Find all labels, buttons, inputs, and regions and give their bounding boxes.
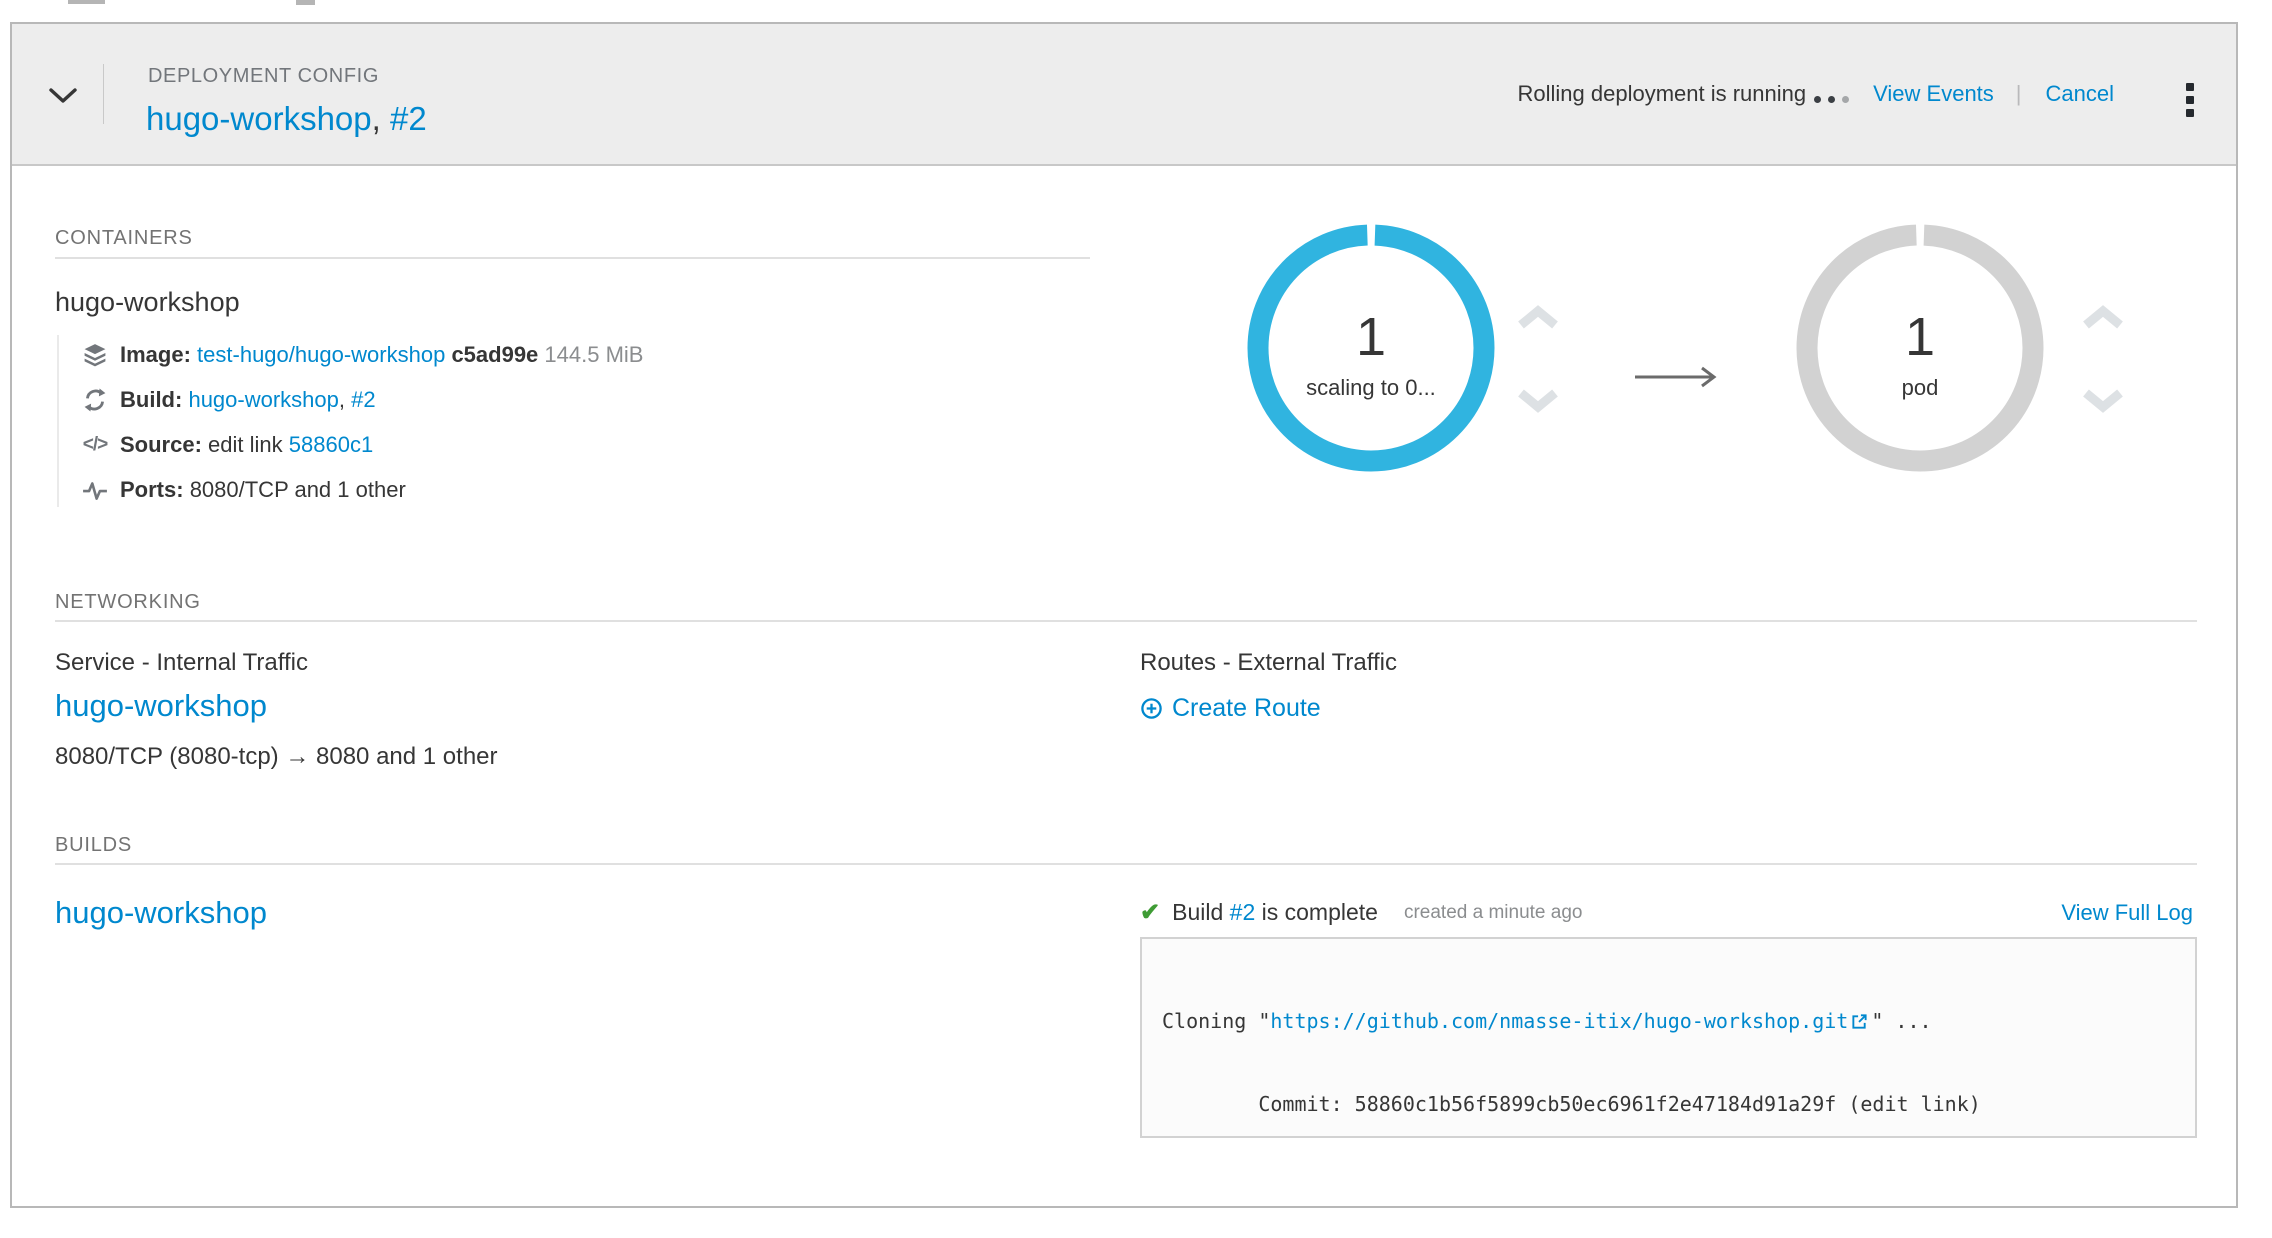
build-status-suffix: is complete xyxy=(1262,899,1378,926)
image-size: 144.5 MiB xyxy=(544,342,643,367)
git-repo-link[interactable]: https://github.com/nmasse-itix/hugo-work… xyxy=(1270,1009,1848,1033)
header-divider xyxy=(103,64,104,124)
log-commit-line: Commit: 58860c1b56f5899cb50ec6961f2e4718… xyxy=(1162,1091,2175,1118)
source-label: Source: xyxy=(120,432,202,457)
source-text: edit link xyxy=(208,432,283,457)
build-number-link[interactable]: #2 xyxy=(351,387,375,412)
create-route-label: Create Route xyxy=(1172,692,1321,724)
right-arrow-icon xyxy=(1633,365,1721,394)
header-actions: Rolling deployment is running View Event… xyxy=(1518,24,2114,164)
pod-scale-up-caret-icon[interactable] xyxy=(2081,305,2125,336)
check-icon: ✔ xyxy=(1140,898,1160,927)
code-icon: </> xyxy=(81,431,109,459)
build-status-row: ✔ Build #2 is complete created a minute … xyxy=(1140,898,1582,927)
pod-donut: 1 pod xyxy=(1796,224,2044,472)
scale-down-caret-icon[interactable] xyxy=(1516,387,1560,418)
build-label: Build: xyxy=(120,387,182,412)
layers-icon xyxy=(81,341,109,369)
image-link[interactable]: test-hugo/hugo-workshop xyxy=(197,342,445,367)
pod-count: 1 xyxy=(1796,308,2044,366)
scale-up-caret-icon[interactable] xyxy=(1516,305,1560,336)
scaling-pod-label: scaling to 0... xyxy=(1247,374,1495,402)
networking-section-heading: NETWORKING xyxy=(55,590,201,614)
containers-heading-rule xyxy=(55,257,1090,259)
top-crop-artifact xyxy=(68,0,105,4)
service-title: Service - Internal Traffic xyxy=(55,648,308,678)
scaling-pod-count: 1 xyxy=(1247,308,1495,366)
view-events-link[interactable]: View Events xyxy=(1873,81,1994,107)
image-label: Image: xyxy=(120,342,191,367)
cancel-deployment-link[interactable]: Cancel xyxy=(2046,81,2114,107)
collapse-chevron-down-icon[interactable] xyxy=(48,87,78,110)
plus-circle-icon xyxy=(1140,697,1163,720)
build-config-name-link[interactable]: hugo-workshop xyxy=(55,893,267,933)
pod-scale-down-caret-icon[interactable] xyxy=(2081,387,2125,418)
source-commit-link[interactable]: 58860c1 xyxy=(289,432,373,457)
ports-label: Ports: xyxy=(120,477,184,502)
build-status-number-link[interactable]: #2 xyxy=(1230,899,1256,926)
build-comma: , xyxy=(339,387,345,412)
routes-title: Routes - External Traffic xyxy=(1140,648,1397,678)
title-comma: , xyxy=(372,100,381,137)
container-name: hugo-workshop xyxy=(55,285,240,319)
build-config-link[interactable]: hugo-workshop xyxy=(188,387,338,412)
scaling-donut: 1 scaling to 0... xyxy=(1247,224,1495,472)
kebab-menu-icon[interactable] xyxy=(2184,81,2196,119)
action-separator: | xyxy=(2016,81,2022,107)
page-title: hugo-workshop, #2 xyxy=(146,98,427,140)
create-route-link[interactable]: Create Route xyxy=(1140,692,1321,724)
container-details: Image: test-hugo/hugo-workshop c5ad99e 1… xyxy=(57,335,1059,507)
pod-label: pod xyxy=(1796,374,2044,402)
running-dots-icon xyxy=(1814,96,1849,103)
deployment-config-name-link[interactable]: hugo-workshop xyxy=(146,100,372,137)
deployment-config-card: DEPLOYMENT CONFIG hugo-workshop, #2 Roll… xyxy=(10,22,2238,1208)
rolling-deployment-status: Rolling deployment is running xyxy=(1518,81,1807,107)
external-link-icon xyxy=(1851,1010,1868,1037)
resource-kind-label: DEPLOYMENT CONFIG xyxy=(148,64,379,88)
log-clone-line: Cloning "https://github.com/nmasse-itix/… xyxy=(1162,1008,2175,1037)
card-header: DEPLOYMENT CONFIG hugo-workshop, #2 Roll… xyxy=(12,24,2236,166)
service-name-link[interactable]: hugo-workshop xyxy=(55,686,267,726)
ports-text: 8080/TCP and 1 other xyxy=(190,477,406,502)
deployment-revision-link[interactable]: #2 xyxy=(390,100,427,137)
build-status-prefix: Build xyxy=(1172,899,1223,926)
build-created-timestamp: created a minute ago xyxy=(1404,902,1583,924)
builds-heading-rule xyxy=(55,863,2197,865)
networking-heading-rule xyxy=(55,620,2197,622)
builds-section-heading: BUILDS xyxy=(55,833,132,857)
top-crop-artifact xyxy=(296,0,315,5)
service-ports: 8080/TCP (8080-tcp) → 8080 and 1 other xyxy=(55,742,498,772)
containers-section-heading: CONTAINERS xyxy=(55,226,193,250)
view-full-log-link[interactable]: View Full Log xyxy=(2061,900,2193,926)
pulse-icon xyxy=(81,476,109,504)
deployment-config-page: DEPLOYMENT CONFIG hugo-workshop, #2 Roll… xyxy=(0,0,2272,1238)
build-log-snippet: Cloning "https://github.com/nmasse-itix/… xyxy=(1140,937,2197,1138)
refresh-icon xyxy=(81,386,109,414)
image-tag: c5ad99e xyxy=(451,342,538,367)
